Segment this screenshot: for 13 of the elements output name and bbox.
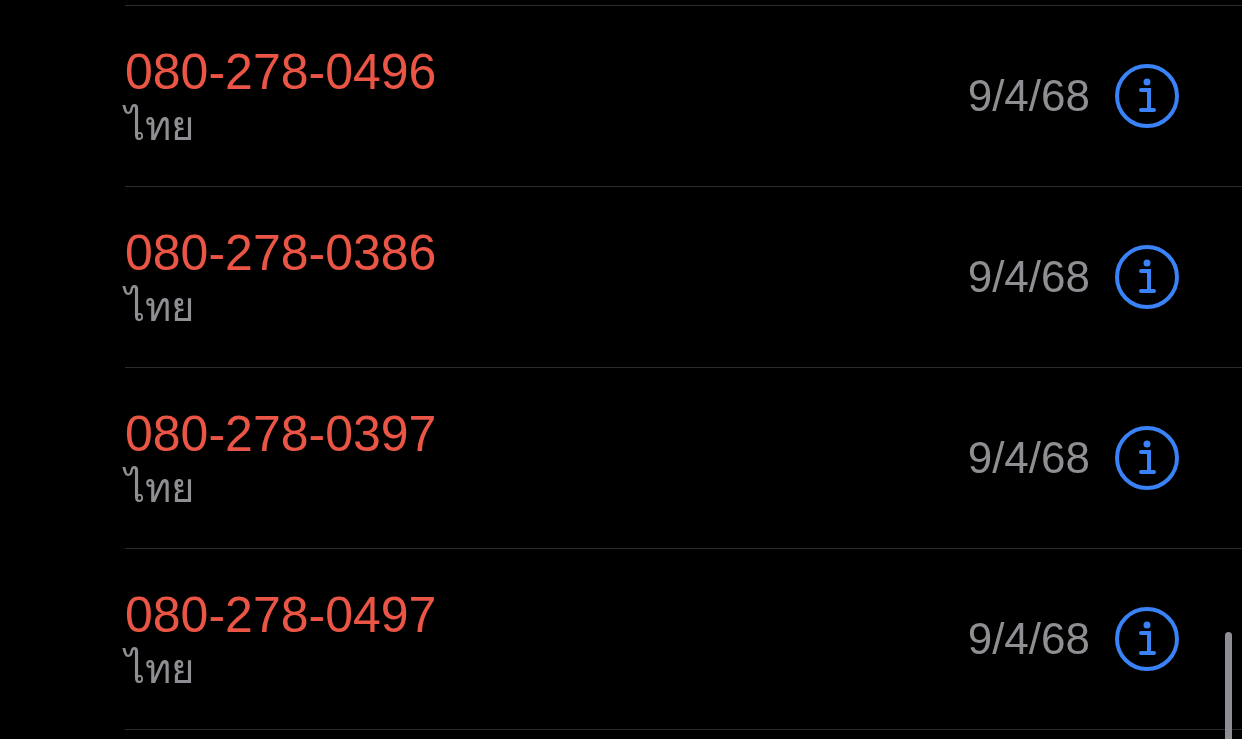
phone-number: 080-278-0497 <box>125 587 438 643</box>
phone-number: 080-278-0496 <box>125 44 438 100</box>
info-icon[interactable] <box>1114 63 1180 129</box>
scrollbar[interactable] <box>1225 632 1232 739</box>
info-icon[interactable] <box>1114 244 1180 310</box>
phone-number: 080-278-0386 <box>125 225 438 281</box>
call-date: 9/4/68 <box>967 613 1090 665</box>
info-icon[interactable] <box>1114 425 1180 491</box>
info-icon[interactable] <box>1114 606 1180 672</box>
call-date: 9/4/68 <box>967 432 1090 484</box>
call-date: 9/4/68 <box>967 251 1090 303</box>
phone-number: 080-278-0397 <box>125 406 438 462</box>
call-date: 9/4/68 <box>967 70 1090 122</box>
